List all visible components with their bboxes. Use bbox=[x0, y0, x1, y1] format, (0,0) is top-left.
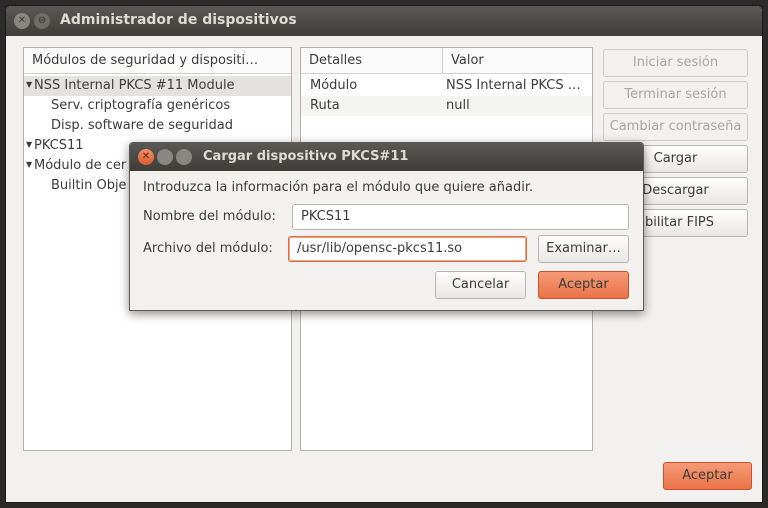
title-bar: ✕ ⊖ Administrador de dispositivos bbox=[6, 6, 762, 36]
change-password-button[interactable]: Cambiar contraseña bbox=[603, 113, 748, 141]
browse-button[interactable]: Examinar… bbox=[538, 235, 629, 263]
tree-item-software-device[interactable]: Disp. software de seguridad bbox=[24, 116, 233, 136]
close-icon[interactable]: ✕ bbox=[138, 149, 154, 165]
accept-button[interactable]: Aceptar bbox=[538, 271, 629, 299]
tree-item-label: Disp. software de seguridad bbox=[51, 118, 233, 133]
main-accept-button[interactable]: Aceptar bbox=[663, 462, 752, 490]
expander-icon[interactable]: ▼ bbox=[26, 75, 34, 95]
expander-icon[interactable]: ▼ bbox=[26, 135, 34, 155]
login-button[interactable]: Iniciar sesión bbox=[603, 49, 748, 77]
cancel-button[interactable]: Cancelar bbox=[435, 271, 526, 299]
tree-item-builtin-objects[interactable]: Builtin Obje bbox=[24, 176, 127, 196]
detail-cell: Módulo bbox=[310, 78, 358, 93]
module-file-label: Archivo del módulo: bbox=[143, 241, 273, 256]
tree-item-label: Builtin Obje bbox=[51, 178, 127, 193]
tree-item-label: NSS Internal PKCS #11 Module bbox=[34, 78, 235, 93]
value-cell: NSS Internal PKCS … bbox=[446, 78, 581, 93]
table-row[interactable]: Ruta null bbox=[301, 96, 592, 116]
column-header-details[interactable]: Detalles bbox=[301, 48, 443, 74]
module-file-input[interactable]: /usr/lib/opensc-pkcs11.so bbox=[288, 236, 527, 262]
tree-item-label: PKCS11 bbox=[34, 138, 84, 153]
dialog-title: Cargar dispositivo PKCS#11 bbox=[203, 149, 409, 164]
window-title: Administrador de dispositivos bbox=[60, 12, 297, 28]
logout-button[interactable]: Terminar sesión bbox=[603, 81, 748, 109]
minimize-icon[interactable]: ⊖ bbox=[34, 13, 50, 29]
tree-header[interactable]: Módulos de seguridad y dispositi… bbox=[24, 48, 291, 74]
module-name-label: Nombre del módulo: bbox=[143, 209, 276, 224]
tree-item-crypto-services[interactable]: Serv. criptografía genéricos bbox=[24, 96, 230, 116]
module-name-input[interactable]: PKCS11 bbox=[292, 204, 629, 230]
expander-icon[interactable]: ▼ bbox=[26, 155, 34, 175]
load-device-dialog: ✕ Cargar dispositivo PKCS#11 Introduzca … bbox=[129, 142, 644, 311]
close-icon[interactable]: ✕ bbox=[14, 13, 30, 29]
tree-item-label: Módulo de cer bbox=[34, 158, 127, 173]
dialog-title-bar: ✕ Cargar dispositivo PKCS#11 bbox=[130, 143, 643, 171]
table-row[interactable]: Módulo NSS Internal PKCS … bbox=[301, 76, 592, 96]
value-cell: null bbox=[446, 98, 470, 113]
tree-item-cert-module[interactable]: ▼ Módulo de cer bbox=[24, 156, 126, 176]
maximize-icon[interactable] bbox=[176, 149, 192, 165]
tree-item-nss-internal[interactable]: ▼ NSS Internal PKCS #11 Module bbox=[24, 76, 291, 96]
dialog-intro: Introduzca la información para el módulo… bbox=[143, 180, 534, 195]
tree-item-pkcs11[interactable]: ▼ PKCS11 bbox=[24, 136, 84, 156]
column-header-value[interactable]: Valor bbox=[443, 48, 592, 74]
minimize-icon[interactable] bbox=[157, 149, 173, 165]
tree-item-label: Serv. criptografía genéricos bbox=[51, 98, 231, 113]
detail-cell: Ruta bbox=[310, 98, 340, 113]
